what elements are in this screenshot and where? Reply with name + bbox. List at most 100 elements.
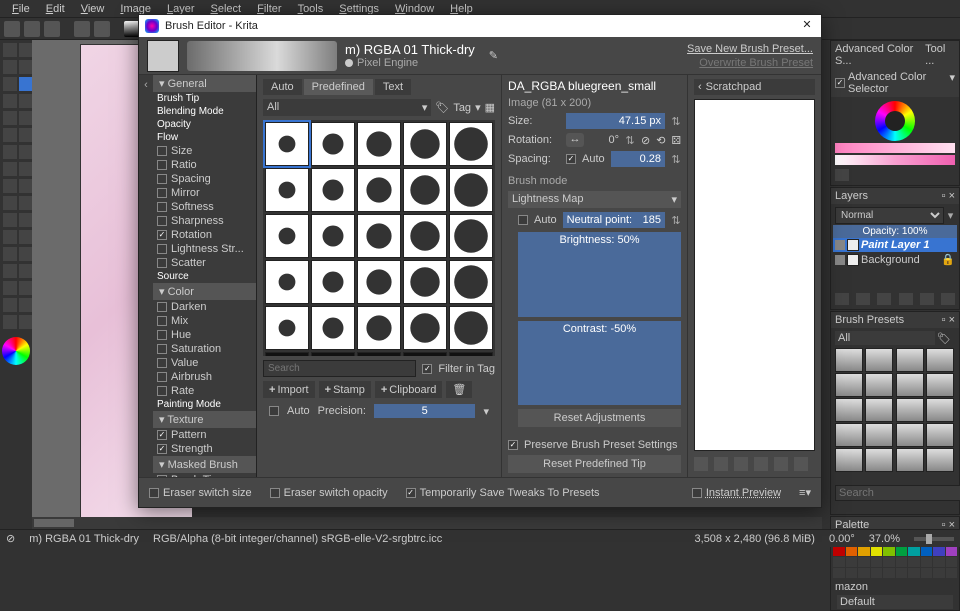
brush-tip-item[interactable]	[265, 260, 309, 304]
size-field[interactable]: 47.15 px	[566, 113, 665, 129]
docker-float-icon[interactable]: ▫	[942, 190, 946, 202]
preset-item[interactable]	[896, 423, 924, 447]
palette-empty[interactable]	[921, 557, 933, 567]
preset-item[interactable]	[835, 348, 863, 372]
blend-mode-select[interactable]: Normal	[835, 207, 944, 224]
preset-item[interactable]	[865, 448, 893, 472]
storage-icon[interactable]: ▦	[485, 101, 495, 114]
import-button[interactable]: +Import	[263, 381, 315, 398]
brush-tip-item[interactable]	[403, 352, 447, 356]
preserve-check[interactable]	[508, 440, 518, 450]
rot-reset-icon[interactable]: ⊘	[641, 134, 650, 147]
temp-save-check[interactable]	[406, 488, 416, 498]
scratch-fill-icon[interactable]	[714, 457, 728, 471]
prop-darken[interactable]: Darken	[153, 300, 256, 314]
palette-empty[interactable]	[908, 568, 920, 578]
spinner-icon[interactable]: ⇅	[671, 115, 681, 128]
preset-item[interactable]	[896, 448, 924, 472]
text-tool[interactable]	[19, 43, 33, 57]
checkbox[interactable]	[157, 430, 167, 440]
palette-empty[interactable]	[858, 568, 870, 578]
multibrush-tool[interactable]	[3, 145, 17, 159]
precision-slider[interactable]: 5	[374, 404, 476, 418]
brush-preset-icon[interactable]	[147, 40, 179, 72]
prop-hue[interactable]: Hue	[153, 328, 256, 342]
palette-empty[interactable]	[871, 568, 883, 578]
eraser-opacity-check[interactable]	[270, 488, 280, 498]
crop-tool[interactable]	[3, 162, 17, 176]
palette-empty[interactable]	[946, 557, 958, 567]
prop-brush-tip[interactable]: Brush Tip	[153, 92, 256, 105]
save-doc-icon[interactable]	[44, 21, 60, 37]
docker-close-icon[interactable]: ×	[949, 314, 955, 326]
prop-sharpness[interactable]: Sharpness	[153, 214, 256, 228]
palette-empty[interactable]	[921, 568, 933, 578]
freehand-path-tool[interactable]	[3, 128, 17, 142]
docker-tab-tool[interactable]: Tool ...	[925, 43, 955, 67]
palette-swatch[interactable]	[833, 546, 845, 556]
brush-tip-item[interactable]	[311, 260, 355, 304]
freehand-select-tool[interactable]	[3, 264, 17, 278]
tab-auto[interactable]: Auto	[263, 79, 302, 95]
palette-swatch[interactable]	[908, 546, 920, 556]
prop-value[interactable]: Value	[153, 356, 256, 370]
ellipse-tool[interactable]	[19, 94, 33, 108]
prop-mirror[interactable]: Mirror	[153, 186, 256, 200]
preset-item[interactable]	[865, 423, 893, 447]
status-angle[interactable]: 0.00°	[829, 533, 855, 545]
dialog-titlebar[interactable]: Brush Editor - Krita ✕	[139, 15, 821, 37]
docker-close-icon[interactable]: ×	[949, 190, 955, 202]
brush-tip-item[interactable]	[403, 260, 447, 304]
tip-search-input[interactable]	[263, 360, 416, 377]
color-wheel-icon[interactable]	[2, 337, 30, 365]
palette-swatch[interactable]	[946, 546, 958, 556]
pattern-edit-tool[interactable]	[19, 196, 33, 210]
palette-swatch[interactable]	[896, 546, 908, 556]
precision-menu-icon[interactable]: ▾	[483, 405, 489, 418]
color-picker-tool[interactable]	[3, 196, 17, 210]
prop-pattern[interactable]: Pattern	[153, 428, 256, 442]
adv-sel-check[interactable]	[835, 78, 845, 88]
eraser-size-check[interactable]	[149, 488, 159, 498]
brush-tip-item[interactable]	[357, 122, 401, 166]
palette-empty[interactable]	[908, 557, 920, 567]
reset-adjustments-button[interactable]: Reset Adjustments	[518, 409, 681, 427]
close-icon[interactable]: ✕	[799, 18, 815, 34]
neutral-field[interactable]: Neutral point:185	[563, 212, 665, 228]
prop-mix[interactable]: Mix	[153, 314, 256, 328]
new-doc-icon[interactable]	[4, 21, 20, 37]
palette-empty[interactable]	[946, 568, 958, 578]
move-layer-tool[interactable]	[19, 162, 33, 176]
palette-swatch[interactable]	[858, 546, 870, 556]
brush-tip-item[interactable]	[357, 260, 401, 304]
rotation-dial-icon[interactable]: ↔	[566, 133, 584, 147]
measure-tool[interactable]	[3, 230, 17, 244]
bezier-tool[interactable]	[19, 111, 33, 125]
stamp-button[interactable]: +Stamp	[319, 381, 371, 398]
polyline-tool[interactable]	[3, 111, 17, 125]
brush-tip-item[interactable]	[311, 352, 355, 356]
move-tool[interactable]	[3, 43, 17, 57]
spacing-field[interactable]: 0.28	[611, 151, 665, 167]
spinner-icon[interactable]: ⇅	[625, 134, 635, 147]
duplicate-layer-icon[interactable]	[856, 293, 870, 305]
preset-item[interactable]	[835, 423, 863, 447]
prop-ratio[interactable]: Ratio	[153, 158, 256, 172]
rot-rand-icon[interactable]: ⚄	[671, 134, 681, 147]
precision-auto-check[interactable]	[269, 406, 279, 416]
checkbox[interactable]	[157, 230, 167, 240]
preset-item[interactable]	[926, 398, 954, 422]
preset-item[interactable]	[926, 423, 954, 447]
brush-tip-item[interactable]	[403, 122, 447, 166]
palette-swatch[interactable]	[933, 546, 945, 556]
rect-tool[interactable]	[3, 94, 17, 108]
brush-tip-item[interactable]	[403, 306, 447, 350]
contrast-field[interactable]: Contrast: -50%	[518, 321, 681, 406]
reset-predefined-button[interactable]: Reset Predefined Tip	[508, 455, 681, 473]
checkbox[interactable]	[157, 244, 167, 254]
add-layer-icon[interactable]	[835, 293, 849, 305]
prop-opacity[interactable]: Opacity	[153, 118, 256, 131]
prop-spacing[interactable]: Spacing	[153, 172, 256, 186]
footer-menu-icon[interactable]: ≡▾	[799, 486, 811, 499]
docker-float-icon[interactable]: ▫	[942, 314, 946, 326]
